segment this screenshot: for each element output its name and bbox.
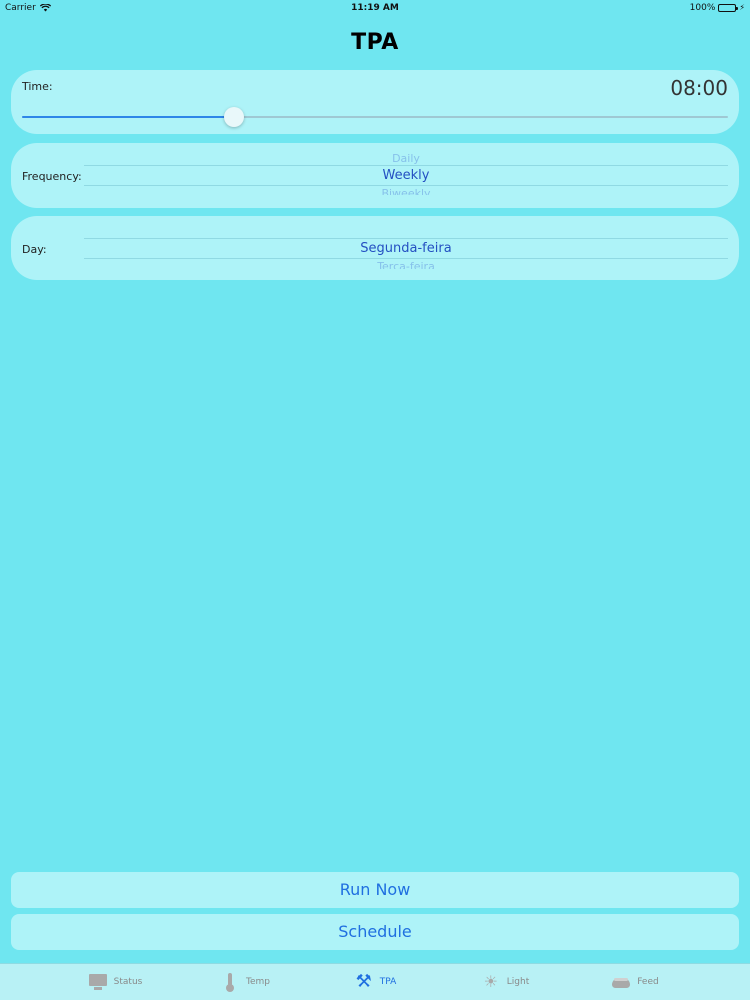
tab-light[interactable]: ☀ Light <box>440 964 570 1000</box>
tab-temp-label: Temp <box>246 977 270 987</box>
day-option-terca[interactable]: Terça-feira <box>84 260 728 269</box>
day-option-segunda[interactable]: Segunda-feira <box>84 242 728 256</box>
frequency-option-daily[interactable]: Daily <box>84 152 728 166</box>
frequency-option-biweekly[interactable]: Biweekly <box>84 187 728 195</box>
tab-tpa-label: TPA <box>379 977 397 987</box>
day-picker[interactable]: Segunda-feira Terça-feira <box>84 216 728 280</box>
schedule-button[interactable]: Schedule <box>11 914 739 950</box>
slider-thumb[interactable] <box>223 107 244 127</box>
battery-percent: 100% <box>689 3 716 13</box>
frequency-option-weekly[interactable]: Weekly <box>84 169 728 183</box>
tab-feed-label: Feed <box>637 977 659 987</box>
tab-status[interactable]: Status <box>50 964 180 1000</box>
status-bar: Carrier 11:19 AM 100% ⚡ <box>0 0 750 16</box>
status-time: 11:19 AM <box>351 3 399 13</box>
tab-tpa[interactable]: ⚒ TPA <box>310 964 440 1000</box>
picker-divider <box>84 258 728 259</box>
food-dish-icon <box>611 972 631 992</box>
slider-fill <box>22 116 234 118</box>
battery-icon <box>718 4 739 12</box>
sun-icon: ☀ <box>483 972 498 991</box>
frequency-card: Frequency: Daily Weekly Biweekly <box>11 143 739 208</box>
thermometer-icon <box>220 972 240 992</box>
status-right: 100% ⚡ <box>690 0 745 16</box>
day-label: Day: <box>22 243 47 256</box>
picker-divider <box>84 185 728 186</box>
time-card: Time: 08:00 <box>11 70 739 134</box>
frequency-picker[interactable]: Daily Weekly Biweekly <box>84 143 728 208</box>
tab-feed[interactable]: Feed <box>570 964 700 1000</box>
tools-icon: ⚒ <box>355 971 372 992</box>
time-slider[interactable] <box>22 107 728 127</box>
page-title: TPA <box>351 30 399 55</box>
charging-bolt-icon: ⚡ <box>739 3 745 12</box>
frequency-label: Frequency: <box>22 170 82 183</box>
monitor-icon <box>88 972 108 992</box>
time-label: Time: <box>22 80 53 93</box>
tab-light-label: Light <box>506 977 530 987</box>
run-now-button[interactable]: Run Now <box>11 872 739 908</box>
day-card: Day: Segunda-feira Terça-feira <box>11 216 739 280</box>
tab-bar: Status Temp ⚒ TPA ☀ Light Feed <box>0 963 750 1000</box>
tab-status-label: Status <box>113 977 143 987</box>
tab-temp[interactable]: Temp <box>180 964 310 1000</box>
picker-divider <box>84 238 728 239</box>
time-value: 08:00 <box>670 76 728 100</box>
